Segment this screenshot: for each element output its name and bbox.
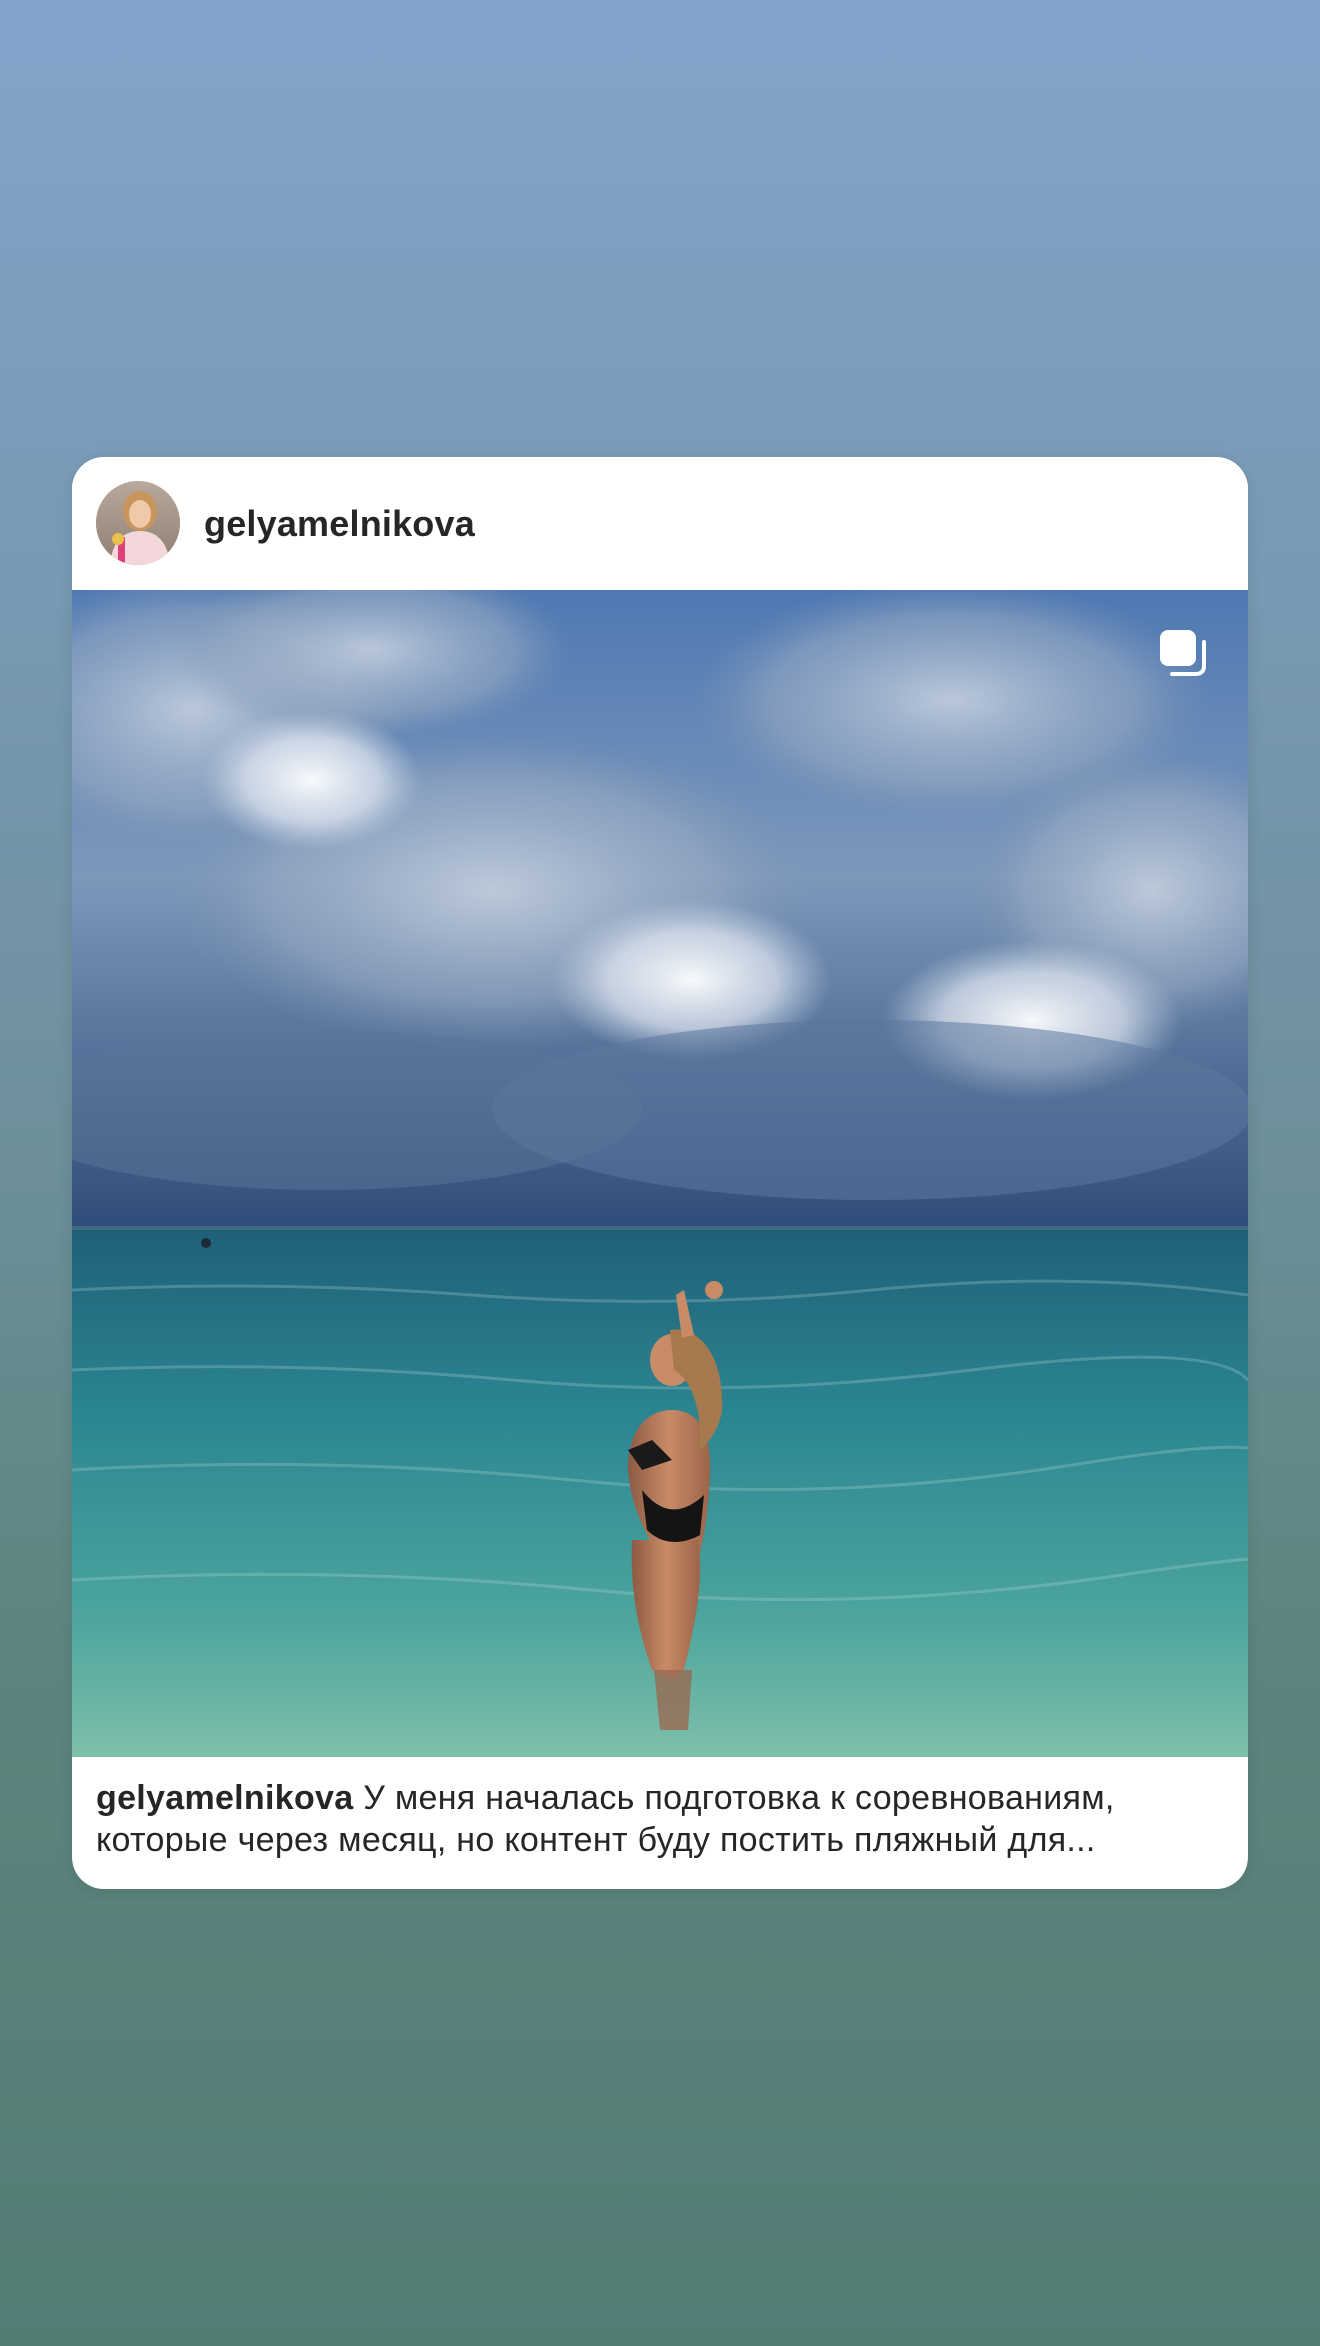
post-caption[interactable]: gelyamelnikova У меня началась подготовк… <box>96 1777 1224 1861</box>
post-photo[interactable] <box>72 590 1248 1757</box>
post-card[interactable]: gelyamelnikova gelyamelnikova У меня нач… <box>72 457 1248 1889</box>
avatar-image <box>96 481 180 565</box>
post-header: gelyamelnikova <box>72 457 1248 590</box>
caption-text-2: которые через месяц, но контент буду пос… <box>96 1821 1096 1859</box>
carousel-multiple-icon <box>1160 630 1206 676</box>
beach-photo-image <box>72 590 1248 1757</box>
avatar[interactable] <box>96 481 180 565</box>
caption-text-1: У меня началась подготовка к соревновани… <box>353 1779 1115 1817</box>
caption-line-1: gelyamelnikova У меня началась подготовк… <box>96 1777 1224 1819</box>
post-author-username[interactable]: gelyamelnikova <box>204 503 475 545</box>
caption-username[interactable]: gelyamelnikova <box>96 1779 353 1817</box>
